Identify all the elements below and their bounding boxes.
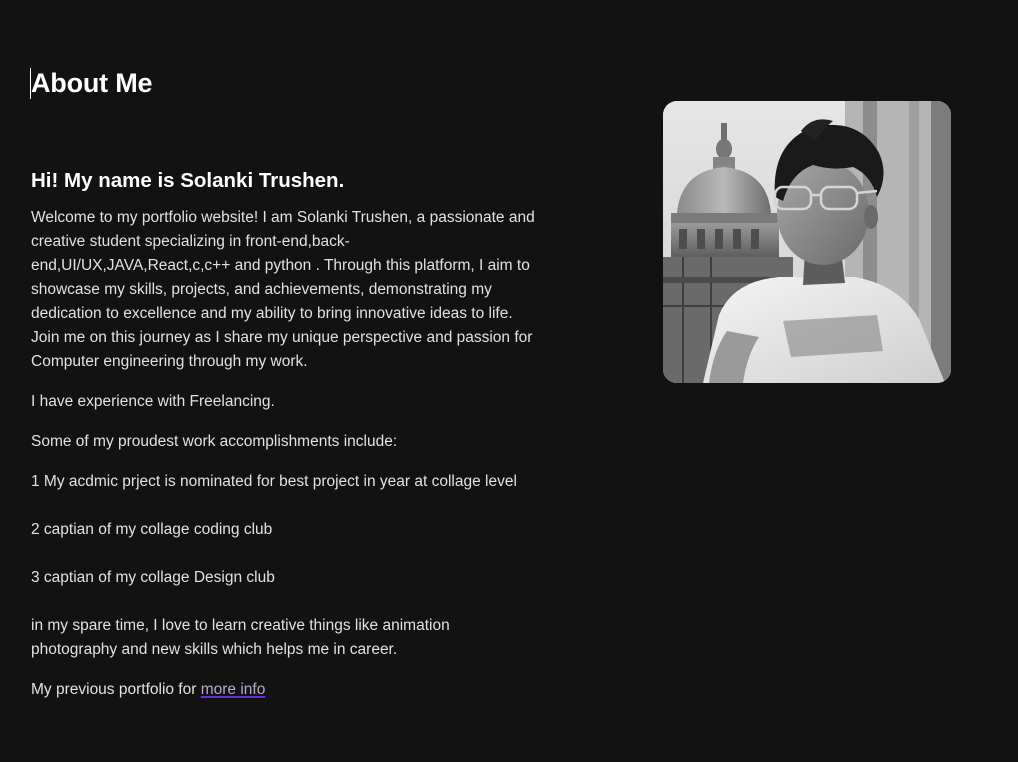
spare-time-paragraph: in my spare time, I love to learn creati… <box>31 617 450 658</box>
accomplishments-intro: Some of my proudest work accomplishments… <box>31 433 398 450</box>
profile-photo-illustration <box>663 101 951 383</box>
experience-paragraph: I have experience with Freelancing. <box>31 393 275 410</box>
profile-photo <box>663 101 951 383</box>
bio-paragraph: Welcome to my portfolio website! I am So… <box>31 209 535 370</box>
page-title: About Me <box>31 68 153 98</box>
previous-portfolio-line: My previous portfolio for more info <box>31 678 536 702</box>
accomplishment-item: 1 My acdmic prject is nominated for best… <box>31 473 517 490</box>
previous-portfolio-text: My previous portfolio for <box>31 681 197 698</box>
about-content: Hi! My name is Solanki Trushen. Welcome … <box>31 167 536 718</box>
accomplishment-item: 2 captian of my collage coding club <box>31 521 273 538</box>
accomplishment-item: 3 captian of my collage Design club <box>31 569 275 586</box>
more-info-link[interactable]: more info <box>201 681 266 698</box>
greeting-heading: Hi! My name is Solanki Trushen. <box>31 169 345 192</box>
